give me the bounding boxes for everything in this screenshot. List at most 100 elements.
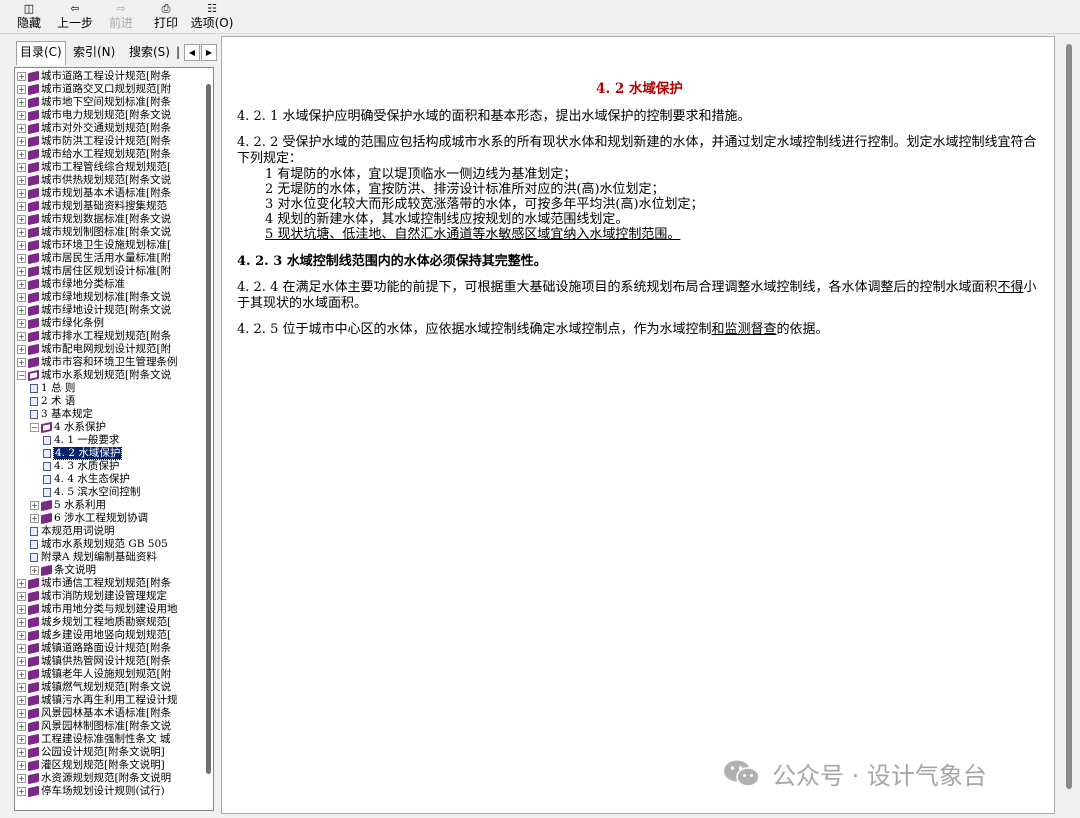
- tree-item[interactable]: + 城镇道路路面设计规范[附条: [17, 642, 203, 655]
- expand-icon[interactable]: +: [17, 319, 26, 328]
- expand-icon[interactable]: +: [17, 722, 26, 731]
- hide-button[interactable]: ◫ 隐藏: [14, 2, 44, 32]
- tree-item[interactable]: 4. 2 水域保护: [17, 447, 203, 460]
- tree-item[interactable]: + 城市规划数据标准[附条文说: [17, 213, 203, 226]
- expand-icon[interactable]: +: [17, 592, 26, 601]
- expand-icon[interactable]: +: [17, 761, 26, 770]
- expand-icon[interactable]: +: [17, 345, 26, 354]
- expand-icon[interactable]: +: [17, 280, 26, 289]
- tree-item[interactable]: +5 水系利用: [17, 499, 203, 512]
- expand-icon[interactable]: +: [17, 644, 26, 653]
- print-button[interactable]: ⎙ 打印: [152, 2, 180, 32]
- expand-icon[interactable]: +: [17, 228, 26, 237]
- tree-item[interactable]: + 城市通信工程规划规范[附条: [17, 577, 203, 590]
- tree-item[interactable]: 4. 3 水质保护: [17, 460, 203, 473]
- expand-icon[interactable]: +: [17, 254, 26, 263]
- tree-item[interactable]: + 城市绿地分类标准: [17, 278, 203, 291]
- expand-icon[interactable]: +: [17, 111, 26, 120]
- tree-item[interactable]: + 城市绿地设计规范[附条文说: [17, 304, 203, 317]
- tree-item[interactable]: + 城乡规划工程地质勘察规范[: [17, 616, 203, 629]
- tree-item[interactable]: + 城市市容和环境卫生管理条例: [17, 356, 203, 369]
- tree-item[interactable]: 1 总 则: [17, 382, 203, 395]
- expand-icon[interactable]: +: [17, 774, 26, 783]
- expand-icon[interactable]: +: [17, 332, 26, 341]
- tree-item[interactable]: + 城市防洪工程设计规范[附条: [17, 135, 203, 148]
- tree-item[interactable]: 4. 1 一般要求: [17, 434, 203, 447]
- expand-icon[interactable]: +: [17, 98, 26, 107]
- tab-contents[interactable]: 目录(C): [16, 41, 66, 65]
- tree-item[interactable]: + 城市电力规划规范[附条文说: [17, 109, 203, 122]
- contents-tree[interactable]: + 城市道路工程设计规范[附条 + 城市道路交叉口规划规范[附 + 城市地下空间规划标准[…: [14, 67, 214, 811]
- expand-icon[interactable]: +: [17, 605, 26, 614]
- expand-icon[interactable]: +: [17, 124, 26, 133]
- tree-item[interactable]: + 城镇供热管网设计规范[附条: [17, 655, 203, 668]
- tree-item[interactable]: + 城镇老年人设施规划规范[附: [17, 668, 203, 681]
- expand-icon[interactable]: +: [17, 293, 26, 302]
- expand-icon[interactable]: +: [17, 787, 26, 796]
- expand-icon[interactable]: +: [17, 137, 26, 146]
- tree-item[interactable]: + 城市供热规划规范[附条文说: [17, 174, 203, 187]
- tab-search[interactable]: 搜索(S): [126, 42, 173, 64]
- expand-icon[interactable]: +: [17, 631, 26, 640]
- expand-icon[interactable]: +: [30, 566, 39, 575]
- expand-icon[interactable]: +: [30, 514, 39, 523]
- expand-icon[interactable]: +: [17, 241, 26, 250]
- tree-item[interactable]: + 工程建设标准强制性条文 城: [17, 733, 203, 746]
- expand-icon[interactable]: +: [17, 735, 26, 744]
- expand-icon[interactable]: +: [17, 306, 26, 315]
- tree-item[interactable]: + 城市给水工程规划规范[附条: [17, 148, 203, 161]
- collapse-icon[interactable]: −: [17, 371, 26, 380]
- tree-item[interactable]: + 水资源规划规范[附条文说明: [17, 772, 203, 785]
- tree-item[interactable]: + 城市规划制图标准[附条文说: [17, 226, 203, 239]
- tree-item[interactable]: + 风景园林基本术语标准[附条: [17, 707, 203, 720]
- tree-item[interactable]: +6 涉水工程规划协调: [17, 512, 203, 525]
- expand-icon[interactable]: +: [30, 501, 39, 510]
- tree-item[interactable]: + 城市绿地规划标准[附条文说: [17, 291, 203, 304]
- tree-item[interactable]: 城市水系规划规范 GB 505: [17, 538, 203, 551]
- back-button[interactable]: ⇦ 上一步: [56, 2, 94, 32]
- tree-item[interactable]: + 城市规划基础资料搜集规范: [17, 200, 203, 213]
- expand-icon[interactable]: +: [17, 696, 26, 705]
- expand-icon[interactable]: +: [17, 85, 26, 94]
- expand-icon[interactable]: +: [17, 202, 26, 211]
- tree-item[interactable]: 4. 4 水生态保护: [17, 473, 203, 486]
- tree-item[interactable]: + 城市规划基本术语标准[附条: [17, 187, 203, 200]
- expand-icon[interactable]: +: [17, 163, 26, 172]
- expand-icon[interactable]: +: [17, 657, 26, 666]
- expand-icon[interactable]: +: [17, 709, 26, 718]
- tree-item[interactable]: 本规范用词说明: [17, 525, 203, 538]
- expand-icon[interactable]: +: [17, 215, 26, 224]
- expand-icon[interactable]: +: [17, 358, 26, 367]
- tree-item[interactable]: 2 术 语: [17, 395, 203, 408]
- expand-icon[interactable]: +: [17, 72, 26, 81]
- tree-item[interactable]: + 条文说明: [17, 564, 203, 577]
- expand-icon[interactable]: +: [17, 267, 26, 276]
- expand-icon[interactable]: +: [17, 748, 26, 757]
- tree-item[interactable]: + 城市道路工程设计规范[附条: [17, 70, 203, 83]
- content-scrollbar-thumb[interactable]: [1066, 44, 1072, 789]
- tree-item[interactable]: 4. 5 滨水空间控制: [17, 486, 203, 499]
- collapse-icon[interactable]: −: [30, 423, 39, 432]
- options-button[interactable]: ☷ 选项(O): [190, 2, 234, 32]
- expand-icon[interactable]: +: [17, 579, 26, 588]
- tree-item[interactable]: + 城市配电网规划设计规范[附: [17, 343, 203, 356]
- tree-item[interactable]: + 城市居民生活用水量标准[附: [17, 252, 203, 265]
- expand-icon[interactable]: +: [17, 683, 26, 692]
- tree-item[interactable]: + 城市消防规划建设管理规定: [17, 590, 203, 603]
- expand-icon[interactable]: +: [17, 189, 26, 198]
- tree-item[interactable]: − 4 水系保护: [17, 421, 203, 434]
- tree-item[interactable]: + 城市排水工程规划规范[附条: [17, 330, 203, 343]
- tree-item[interactable]: 附录A 规划编制基础资料: [17, 551, 203, 564]
- tree-scrollbar-thumb[interactable]: [206, 84, 211, 774]
- tree-item[interactable]: + 城市居住区规划设计标准[附: [17, 265, 203, 278]
- tree-item[interactable]: + 城市绿化条例: [17, 317, 203, 330]
- content-scrollbar[interactable]: [1060, 36, 1078, 814]
- tree-item[interactable]: + 公园设计规范[附条文说明]: [17, 746, 203, 759]
- tree-item[interactable]: + 停车场规划设计规则(试行): [17, 785, 203, 798]
- tree-item[interactable]: − 城市水系规划规范[附条文说: [17, 369, 203, 382]
- tree-item[interactable]: + 城市地下空间规划标准[附条: [17, 96, 203, 109]
- tree-item[interactable]: + 城乡建设用地竖向规划规范[: [17, 629, 203, 642]
- expand-icon[interactable]: +: [17, 670, 26, 679]
- expand-icon[interactable]: +: [17, 176, 26, 185]
- tree-item[interactable]: + 城镇燃气规划规范[附条文说: [17, 681, 203, 694]
